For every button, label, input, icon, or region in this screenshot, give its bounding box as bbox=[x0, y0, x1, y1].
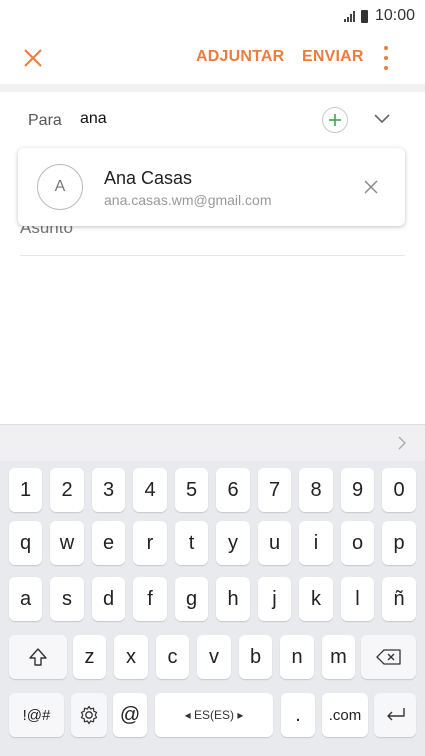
key-g[interactable]: g bbox=[175, 577, 208, 621]
recipient-input[interactable] bbox=[80, 110, 280, 128]
key-x[interactable]: x bbox=[114, 635, 148, 679]
key-3[interactable]: 3 bbox=[92, 468, 125, 512]
key-5[interactable]: 5 bbox=[175, 468, 208, 512]
key-o[interactable]: o bbox=[341, 521, 374, 565]
plus-icon bbox=[329, 114, 341, 126]
backspace-key[interactable] bbox=[361, 635, 416, 679]
gear-icon bbox=[80, 705, 98, 725]
key-7[interactable]: 7 bbox=[258, 468, 291, 512]
key-p[interactable]: p bbox=[382, 521, 416, 565]
key-2[interactable]: 2 bbox=[50, 468, 84, 512]
at-key[interactable]: @ bbox=[113, 693, 147, 737]
key-n[interactable]: n bbox=[280, 635, 314, 679]
suggestion-email: ana.casas.wm@gmail.com bbox=[104, 192, 272, 208]
key-l[interactable]: l bbox=[341, 577, 374, 621]
key-v[interactable]: v bbox=[197, 635, 231, 679]
key-w[interactable]: w bbox=[50, 521, 84, 565]
key-z[interactable]: z bbox=[73, 635, 106, 679]
key-j[interactable]: j bbox=[258, 577, 291, 621]
contact-suggestion[interactable]: A Ana Casas ana.casas.wm@gmail.com bbox=[18, 148, 405, 226]
key-s[interactable]: s bbox=[50, 577, 84, 621]
dotcom-key[interactable]: .com bbox=[322, 693, 368, 737]
more-dot-icon bbox=[384, 46, 388, 50]
key-h[interactable]: h bbox=[216, 577, 250, 621]
key-8[interactable]: 8 bbox=[299, 468, 333, 512]
key-1[interactable]: 1 bbox=[9, 468, 42, 512]
chevron-right-icon bbox=[398, 436, 406, 450]
key-6[interactable]: 6 bbox=[216, 468, 250, 512]
status-bar: 10:00 bbox=[0, 0, 425, 32]
action-bar: ADJUNTAR ENVIAR bbox=[0, 32, 425, 84]
key-k[interactable]: k bbox=[299, 577, 333, 621]
suggestion-name: Ana Casas bbox=[104, 168, 193, 188]
key-y[interactable]: y bbox=[216, 521, 250, 565]
shift-key[interactable] bbox=[9, 635, 67, 679]
symbols-key[interactable]: !@# bbox=[9, 693, 64, 737]
avatar: A bbox=[37, 164, 83, 210]
attach-button[interactable]: ADJUNTAR bbox=[196, 48, 284, 66]
key-e[interactable]: e bbox=[92, 521, 125, 565]
key-u[interactable]: u bbox=[258, 521, 291, 565]
dot-key[interactable]: . bbox=[281, 693, 315, 737]
key-m[interactable]: m bbox=[322, 635, 355, 679]
key-q[interactable]: q bbox=[9, 521, 42, 565]
key-a[interactable]: a bbox=[9, 577, 42, 621]
expand-recipients-button[interactable] bbox=[372, 112, 392, 126]
shift-arrow-icon bbox=[29, 648, 47, 666]
key-0[interactable]: 0 bbox=[382, 468, 416, 512]
more-options-button[interactable] bbox=[378, 46, 394, 70]
header-divider bbox=[0, 84, 425, 92]
backspace-icon bbox=[375, 649, 401, 665]
settings-key[interactable] bbox=[71, 693, 107, 737]
key-r[interactable]: r bbox=[133, 521, 167, 565]
key-c[interactable]: c bbox=[156, 635, 189, 679]
key-n-tilde[interactable]: ñ bbox=[382, 577, 416, 621]
key-t[interactable]: t bbox=[175, 521, 208, 565]
battery-icon bbox=[360, 9, 368, 23]
key-4[interactable]: 4 bbox=[133, 468, 167, 512]
close-button[interactable] bbox=[22, 47, 44, 69]
chevron-down-icon bbox=[374, 114, 390, 124]
keyboard: 1 2 3 4 5 6 7 8 9 0 q w e r t y u i o p … bbox=[0, 461, 425, 756]
status-time: 10:00 bbox=[374, 7, 415, 24]
key-b[interactable]: b bbox=[239, 635, 272, 679]
keyboard-suggestion-strip bbox=[0, 424, 425, 461]
key-9[interactable]: 9 bbox=[341, 468, 374, 512]
key-f[interactable]: f bbox=[133, 577, 167, 621]
key-d[interactable]: d bbox=[92, 577, 125, 621]
signal-icon bbox=[343, 10, 355, 22]
dismiss-suggestion-button[interactable] bbox=[363, 179, 379, 195]
add-contact-button[interactable] bbox=[322, 107, 348, 133]
recipient-row: Para bbox=[0, 92, 425, 146]
send-button[interactable]: ENVIAR bbox=[302, 48, 364, 66]
expand-suggestions-button[interactable] bbox=[397, 435, 407, 451]
enter-icon bbox=[387, 708, 405, 721]
key-i[interactable]: i bbox=[299, 521, 333, 565]
more-dot-icon bbox=[384, 56, 388, 60]
more-dot-icon bbox=[384, 66, 388, 70]
recipient-label: Para bbox=[28, 112, 62, 129]
close-icon bbox=[364, 180, 378, 194]
enter-key[interactable] bbox=[374, 693, 416, 737]
space-key[interactable]: ◂ ES(ES) ▸ bbox=[155, 693, 273, 737]
close-icon bbox=[24, 49, 42, 67]
